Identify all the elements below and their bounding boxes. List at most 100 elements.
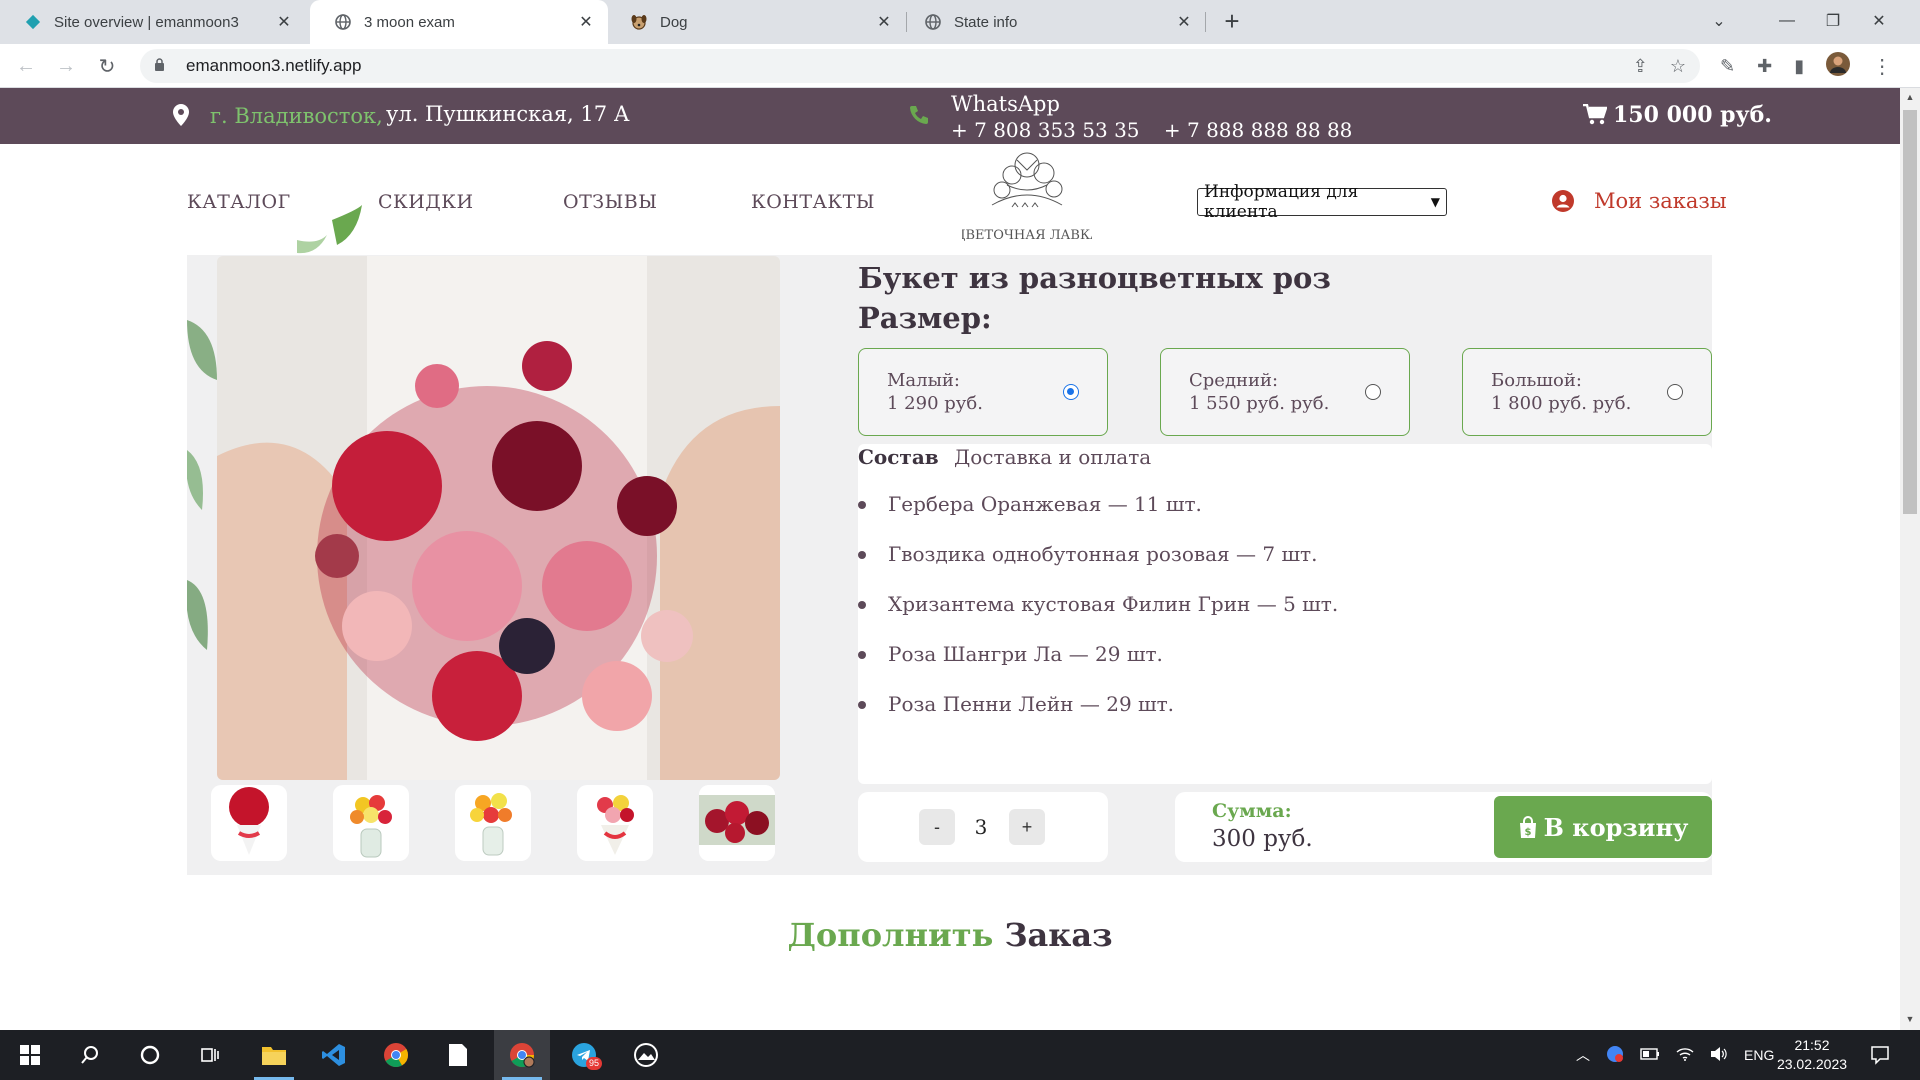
extensions-puzzle-icon[interactable]: ✚	[1757, 56, 1772, 77]
battery-icon[interactable]	[1640, 1047, 1660, 1063]
composition-list: Гербера Оранжевая — 11 шт. Гвоздика одно…	[858, 492, 1338, 742]
chevron-up-icon[interactable]: ︿	[1576, 1045, 1590, 1065]
list-item: Гвоздика однобутонная розовая — 7 шт.	[858, 542, 1338, 592]
tab-state-info[interactable]: State info ✕	[900, 0, 1206, 44]
size-option-large[interactable]: Большой: 1 800 руб. руб.	[1462, 348, 1712, 436]
lock-icon	[154, 58, 168, 74]
cart-icon	[1583, 104, 1607, 125]
qty-minus-button[interactable]: -	[919, 809, 955, 845]
size-radio[interactable]	[1365, 384, 1381, 400]
tab-site-overview[interactable]: Site overview | emanmoon3 ✕	[0, 0, 306, 44]
tab-dog[interactable]: Dog ✕	[606, 0, 906, 44]
tab-title: 3 moon exam	[364, 13, 455, 31]
list-item: Роза Шангри Ла — 29 шт.	[858, 642, 1338, 692]
thumbnail-3[interactable]	[455, 785, 531, 861]
close-icon[interactable]: ✕	[874, 12, 894, 32]
restore-button[interactable]: ❐	[1810, 6, 1856, 36]
windows-taskbar: 95 ︿ ENG 21:52 23.02.2023	[0, 1030, 1920, 1080]
site-logo[interactable]: ЦВЕТОЧНАЯ ЛАВКА	[962, 145, 1092, 250]
thumbnail-1[interactable]	[211, 785, 287, 861]
add-to-cart-button[interactable]: $ В корзину	[1494, 796, 1712, 858]
tab-3-moon-exam[interactable]: 3 moon exam ✕	[310, 0, 608, 44]
cart-summary[interactable]: 150 000 руб.	[1583, 102, 1772, 128]
close-icon[interactable]: ✕	[1174, 12, 1194, 32]
address-bar[interactable]: emanmoon3.netlify.app ⇪ ☆	[140, 49, 1700, 83]
notepad-icon[interactable]	[430, 1030, 486, 1080]
list-item: Хризантема кустовая Филин Грин — 5 шт.	[858, 592, 1338, 642]
close-icon[interactable]: ✕	[274, 12, 294, 32]
system-tray: ︿ ENG	[1576, 1030, 1774, 1080]
client-info-selected: Информация для клиента	[1204, 182, 1359, 222]
cortana-icon[interactable]	[122, 1030, 178, 1080]
share-icon[interactable]: ⇪	[1633, 56, 1648, 77]
eyedropper-icon[interactable]: ✎	[1720, 56, 1735, 77]
profile-avatar[interactable]	[1826, 51, 1851, 81]
windows-start-icon[interactable]	[2, 1030, 58, 1080]
close-icon[interactable]: ✕	[576, 12, 596, 32]
input-language[interactable]: ENG	[1744, 1047, 1774, 1063]
list-item: Роза Пенни Лейн — 29 шт.	[858, 692, 1338, 742]
tab-delivery[interactable]: Доставка и оплата	[954, 445, 1151, 469]
logo-text: ЦВЕТОЧНАЯ ЛАВКА	[962, 228, 1092, 243]
chrome-tray-icon[interactable]	[1606, 1045, 1624, 1066]
nav-discounts[interactable]: СКИДКИ	[378, 191, 474, 213]
phone-numbers: + 7 808 353 53 35 + 7 888 888 88 88	[951, 118, 1370, 142]
scroll-thumb[interactable]	[1903, 110, 1917, 514]
my-orders-label: Мои заказы	[1594, 189, 1727, 213]
system-clock[interactable]: 21:52 23.02.2023	[1772, 1036, 1852, 1074]
thumbnail-4[interactable]	[577, 785, 653, 861]
tab-search-icon[interactable]: ⌄	[1696, 6, 1742, 36]
phone-link[interactable]: + 7 808 353 53 35	[951, 118, 1140, 142]
qty-plus-button[interactable]: +	[1009, 809, 1045, 845]
task-view-icon[interactable]	[182, 1030, 238, 1080]
size-radio[interactable]	[1667, 384, 1683, 400]
search-icon[interactable]	[62, 1030, 118, 1080]
phone-link[interactable]: + 7 888 888 88 88	[1164, 118, 1353, 142]
telegram-icon[interactable]: 95	[556, 1030, 612, 1080]
size-option-medium[interactable]: Средний: 1 550 руб. руб.	[1160, 348, 1410, 436]
site-top-bar: г. Владивосток, ул. Пушкинская, 17 А Wha…	[0, 88, 1900, 144]
netlify-icon	[24, 13, 42, 31]
reload-icon[interactable]: ↻	[93, 52, 121, 80]
tab-title: Site overview | emanmoon3	[54, 13, 239, 31]
thumbnail-5[interactable]	[699, 785, 775, 861]
whatsapp-label: WhatsApp	[951, 92, 1060, 116]
size-radio[interactable]	[1063, 384, 1079, 400]
forward-icon[interactable]: →	[52, 52, 80, 80]
my-orders-link[interactable]: Мои заказы	[1552, 189, 1727, 213]
thumbnail-2[interactable]	[333, 785, 409, 861]
minimize-button[interactable]: —	[1764, 6, 1810, 36]
product-main-photo	[217, 256, 780, 780]
url-text: emanmoon3.netlify.app	[186, 56, 362, 75]
shopping-bag-icon: $	[1519, 816, 1536, 838]
back-icon[interactable]: ←	[12, 52, 40, 80]
photos-app-icon[interactable]	[618, 1030, 674, 1080]
product-name: Букет из разноцветных роз	[858, 261, 1331, 295]
cart-total: 150 000 руб.	[1613, 102, 1772, 128]
tab-separator	[1205, 12, 1206, 32]
volume-icon[interactable]	[1710, 1046, 1728, 1065]
chrome-profile-icon[interactable]	[494, 1030, 550, 1080]
tab-composition[interactable]: Состав	[858, 445, 939, 469]
file-explorer-icon[interactable]	[246, 1030, 302, 1080]
wifi-icon[interactable]	[1676, 1047, 1694, 1064]
side-panel-icon[interactable]: ▮	[1794, 56, 1804, 77]
vscode-icon[interactable]	[306, 1030, 362, 1080]
browser-tab-strip: Site overview | emanmoon3 ✕ 3 moon exam …	[0, 0, 1920, 44]
qty-value[interactable]: 3	[972, 815, 990, 839]
chrome-icon[interactable]	[368, 1030, 424, 1080]
new-tab-button[interactable]: +	[1218, 8, 1246, 36]
chrome-menu-icon[interactable]: ⋮	[1872, 54, 1892, 79]
close-window-button[interactable]: ✕	[1856, 6, 1902, 36]
notifications-icon[interactable]	[1852, 1030, 1908, 1080]
client-info-select[interactable]: Информация для клиента ▼	[1197, 182, 1447, 222]
bookmark-star-icon[interactable]: ☆	[1670, 56, 1686, 77]
scroll-up-icon[interactable]: ▲	[1904, 92, 1916, 102]
city-link[interactable]: г. Владивосток,	[210, 104, 383, 128]
phone-icon	[910, 106, 928, 124]
nav-reviews[interactable]: ОТЗЫВЫ	[563, 191, 657, 213]
nav-contacts[interactable]: КОНТАКТЫ	[751, 191, 875, 213]
scroll-down-icon[interactable]: ▼	[1904, 1014, 1916, 1024]
size-option-small[interactable]: Малый: 1 290 руб.	[858, 348, 1108, 436]
location-pin-icon	[173, 104, 189, 126]
